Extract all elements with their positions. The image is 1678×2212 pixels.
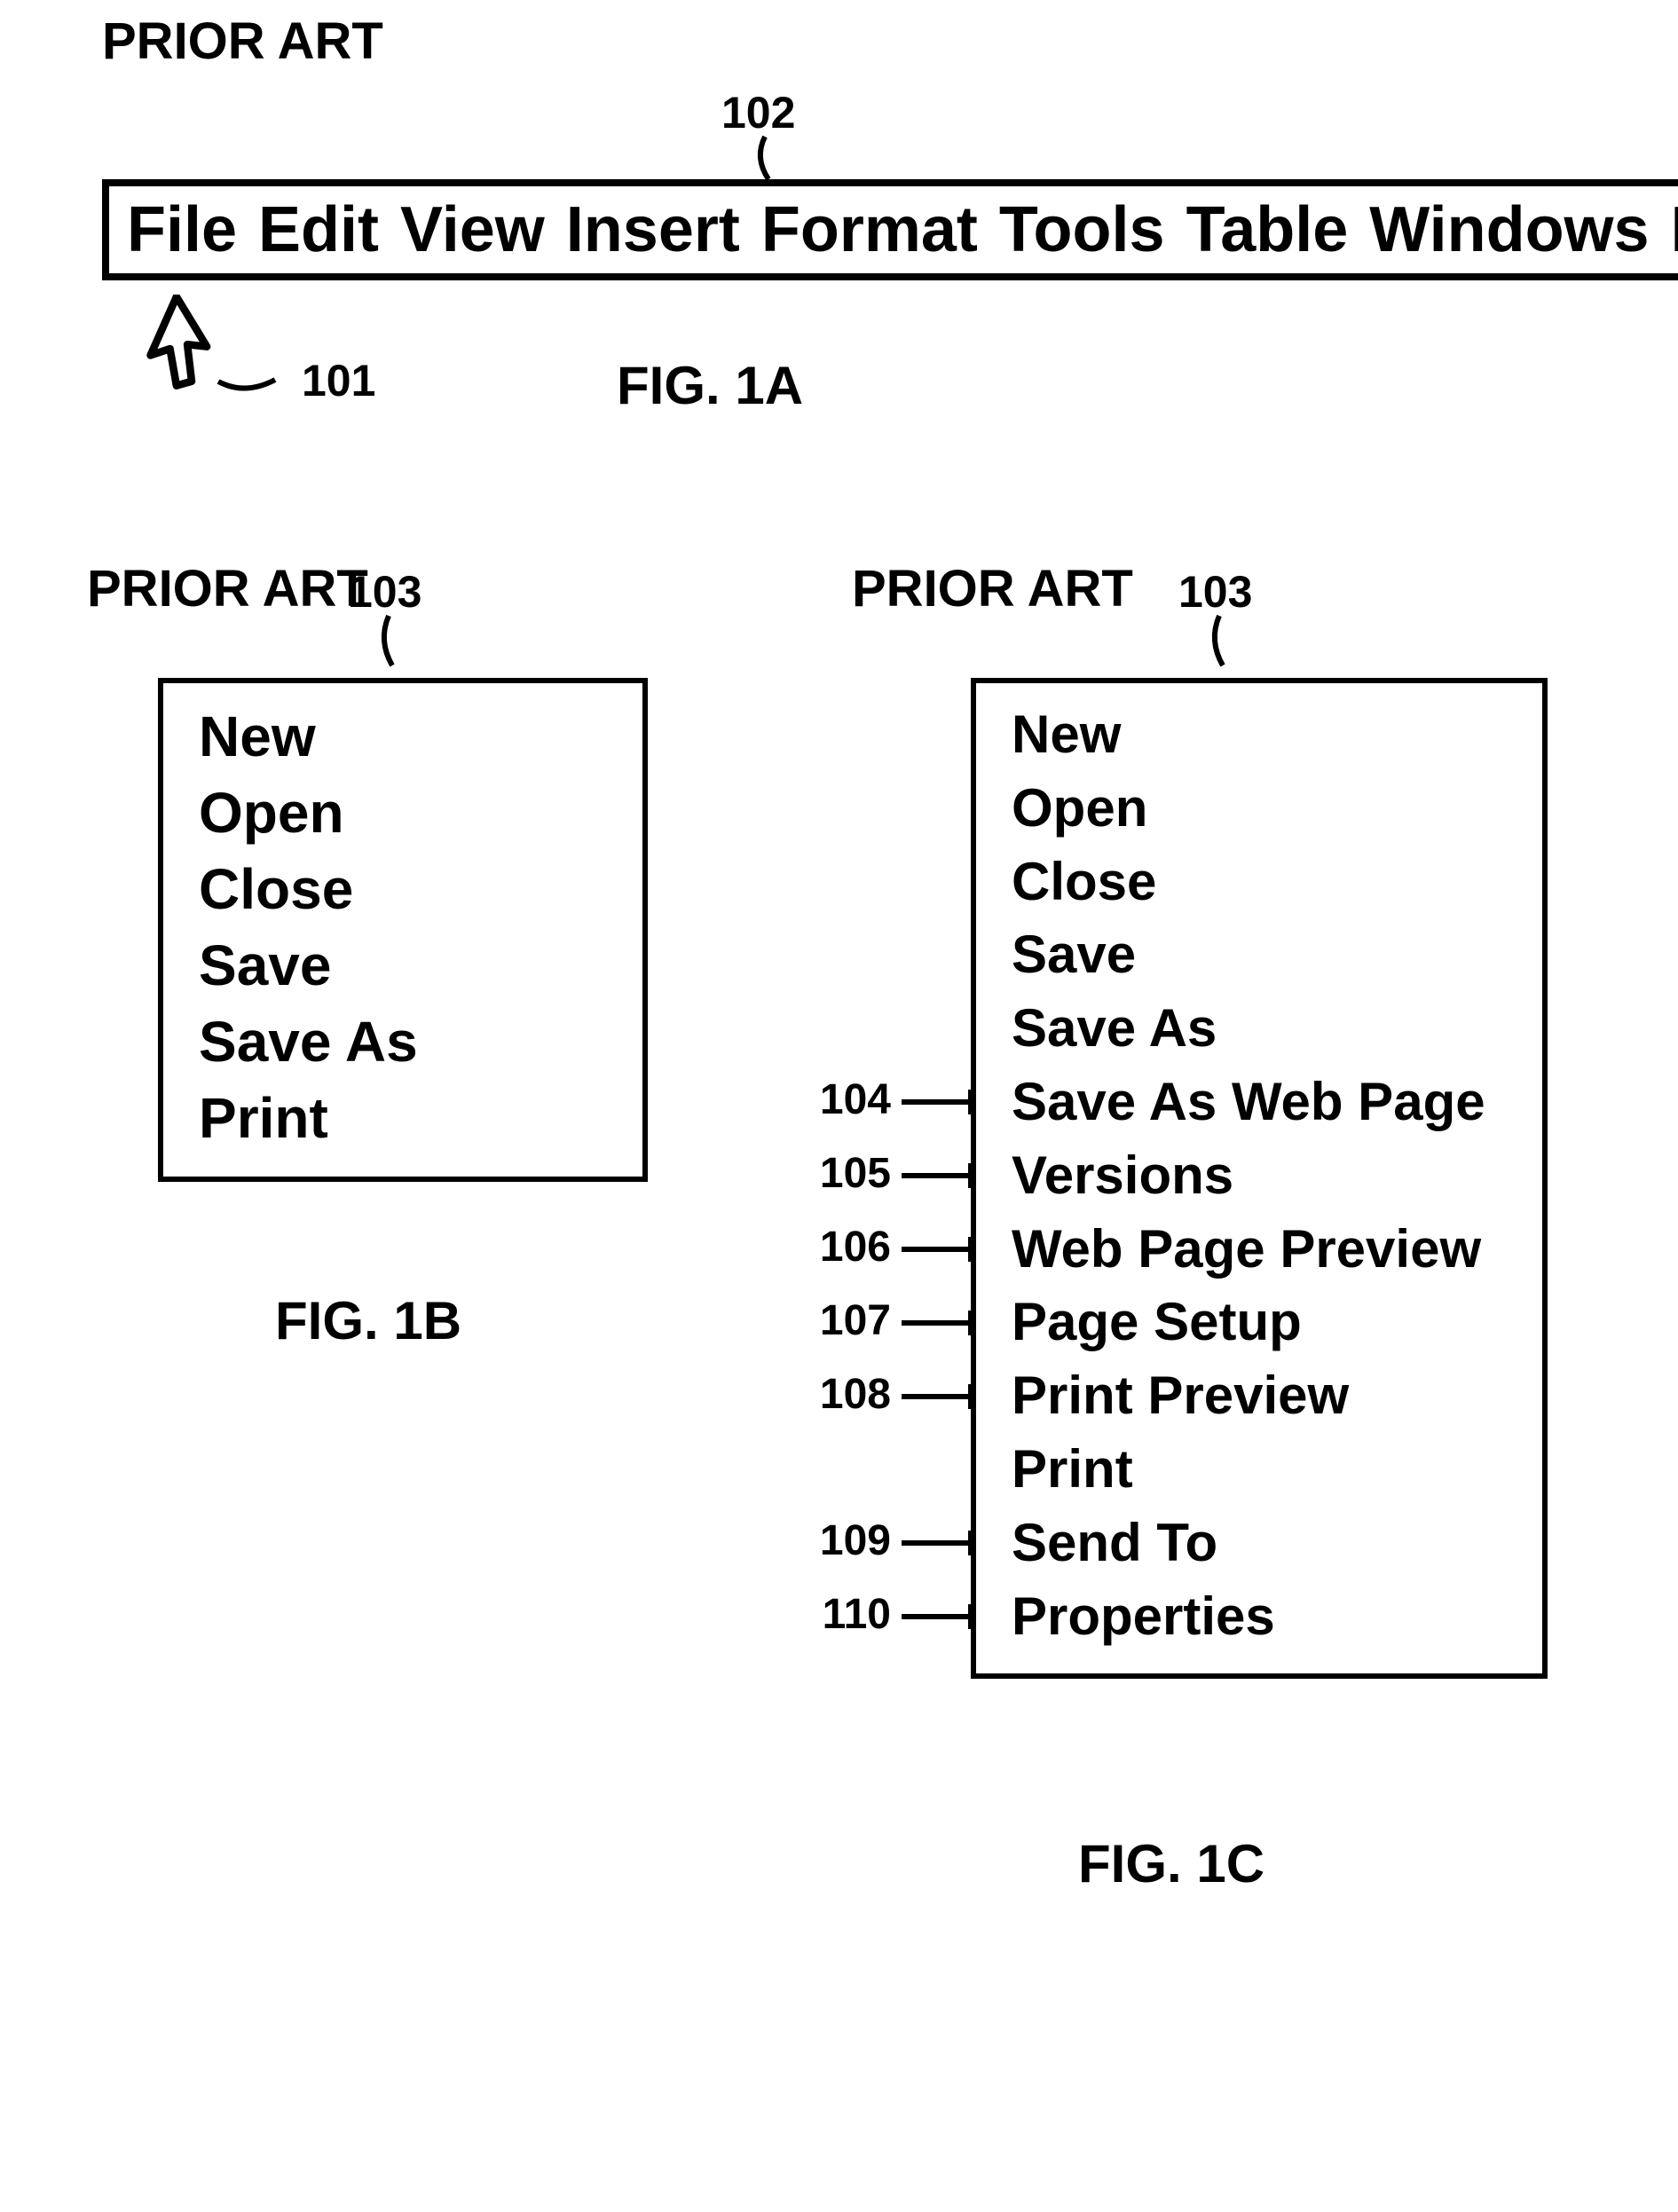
ref-num-105: 105 — [802, 1149, 891, 1198]
menu-edit[interactable]: Edit — [258, 193, 379, 266]
menu-item-print[interactable]: Print — [1012, 1436, 1516, 1504]
menu-file[interactable]: File — [127, 193, 237, 266]
ref-num-103-b: 103 — [348, 566, 421, 618]
menu-item-open[interactable]: Open — [1012, 775, 1516, 843]
menu-format[interactable]: Format — [761, 193, 978, 266]
menu-tools[interactable]: Tools — [999, 193, 1165, 266]
ref-num-106: 106 — [802, 1223, 891, 1271]
ref-num-102: 102 — [721, 87, 795, 138]
prior-art-label-1c: PRIOR ART — [852, 559, 1133, 618]
fig-caption-1c: FIG. 1C — [1078, 1833, 1264, 1894]
menubar: File Edit View Insert Format Tools Table… — [102, 179, 1678, 280]
menu-item-print-preview[interactable]: Print Preview — [1012, 1362, 1516, 1430]
menu-view[interactable]: View — [400, 193, 545, 266]
leader-101 — [218, 366, 289, 401]
menu-help[interactable]: Help — [1671, 193, 1678, 266]
dropdown-file-short: New Open Close Save Save As Print — [158, 678, 648, 1182]
leader-109 — [902, 1527, 987, 1563]
menu-item-close[interactable]: Close — [1012, 848, 1516, 917]
prior-art-label-1a: PRIOR ART — [102, 12, 383, 71]
menu-item-web-page-preview[interactable]: Web Page Preview — [1012, 1216, 1516, 1284]
leader-103-b — [376, 616, 412, 678]
dropdown-file-long: New Open Close Save Save As Save As Web … — [971, 678, 1548, 1679]
fig-caption-1a: FIG. 1A — [617, 355, 803, 416]
ref-num-107: 107 — [802, 1296, 891, 1345]
leader-110 — [902, 1601, 987, 1636]
menu-insert[interactable]: Insert — [566, 193, 740, 266]
menu-item-print[interactable]: Print — [199, 1082, 616, 1153]
menu-item-page-setup[interactable]: Page Setup — [1012, 1288, 1516, 1357]
patent-figure-page: PRIOR ART 102 File Edit View Insert Form… — [0, 0, 1678, 2212]
fig-caption-1b: FIG. 1B — [275, 1290, 461, 1351]
leader-105 — [902, 1160, 987, 1195]
menu-item-save[interactable]: Save — [1012, 921, 1516, 989]
menu-table[interactable]: Table — [1186, 193, 1349, 266]
menu-item-save-as[interactable]: Save As — [1012, 995, 1516, 1063]
menu-item-versions[interactable]: Versions — [1012, 1142, 1516, 1210]
menu-item-send-to[interactable]: Send To — [1012, 1509, 1516, 1578]
leader-103-c — [1207, 616, 1242, 678]
ref-num-108: 108 — [802, 1370, 891, 1419]
leader-104 — [902, 1086, 987, 1122]
leader-108 — [902, 1381, 987, 1416]
cursor-icon — [144, 295, 220, 392]
ref-num-103-c: 103 — [1178, 566, 1252, 618]
menu-item-new[interactable]: New — [1012, 701, 1516, 769]
menu-item-open[interactable]: Open — [199, 777, 616, 848]
menu-item-new[interactable]: New — [199, 701, 616, 772]
menu-windows[interactable]: Windows — [1369, 193, 1649, 266]
ref-num-104: 104 — [802, 1075, 891, 1124]
prior-art-label-1b: PRIOR ART — [87, 559, 368, 618]
leader-106 — [902, 1233, 987, 1269]
ref-num-109: 109 — [802, 1516, 891, 1565]
menu-item-save-as[interactable]: Save As — [199, 1006, 616, 1077]
menu-item-save[interactable]: Save — [199, 930, 616, 1001]
menu-item-close[interactable]: Close — [199, 854, 616, 925]
menu-item-save-as-web-page[interactable]: Save As Web Page — [1012, 1068, 1516, 1137]
ref-num-110: 110 — [802, 1590, 891, 1639]
menu-item-properties[interactable]: Properties — [1012, 1583, 1516, 1651]
leader-107 — [902, 1307, 987, 1342]
ref-num-101: 101 — [302, 355, 375, 406]
